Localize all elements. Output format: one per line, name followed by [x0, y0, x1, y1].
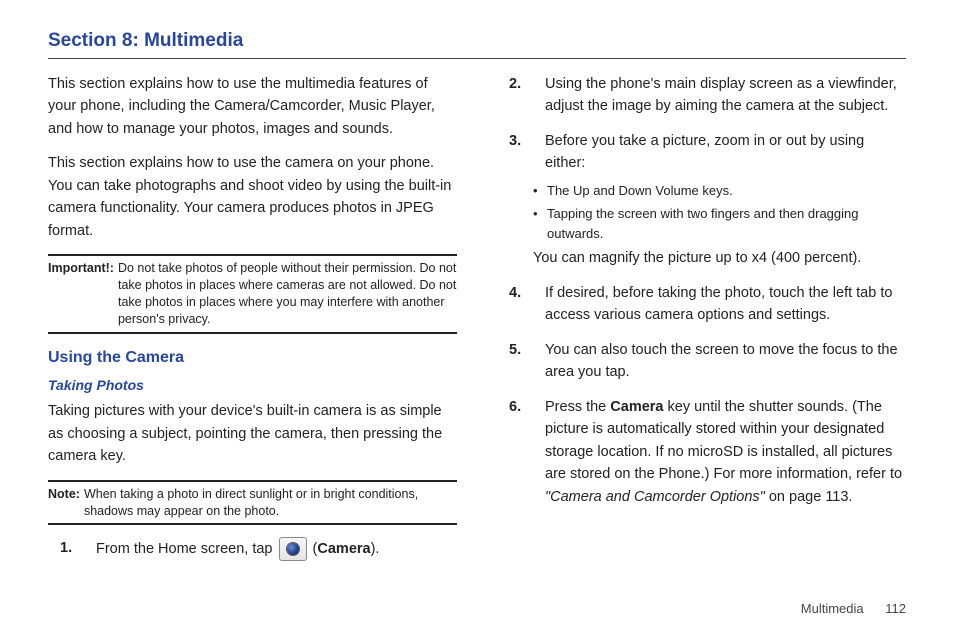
step-body: Before you take a picture, zoom in or ou… — [545, 130, 906, 175]
page-footer: Multimedia 112 — [48, 593, 906, 616]
footer-label: Multimedia — [801, 601, 864, 616]
important-text: Do not take photos of people without the… — [118, 260, 457, 328]
two-column-layout: This section explains how to use the mul… — [48, 73, 906, 593]
step1-close: ). — [371, 541, 380, 557]
bullet-text: The Up and Down Volume keys. — [547, 181, 733, 201]
taking-photos-paragraph: Taking pictures with your device's built… — [48, 400, 457, 467]
step6-post: on page 113. — [765, 489, 853, 505]
step-body: From the Home screen, tap (Camera). — [96, 537, 457, 561]
step-number: 6. — [497, 396, 545, 508]
right-column: 2. Using the phone's main display screen… — [497, 73, 906, 593]
step-3: 3. Before you take a picture, zoom in or… — [497, 130, 906, 175]
heading-using-camera: Using the Camera — [48, 346, 457, 371]
intro-paragraph-1: This section explains how to use the mul… — [48, 73, 457, 140]
step3-text: Before you take a picture, zoom in or ou… — [545, 130, 906, 175]
important-note: Important!: Do not take photos of people… — [48, 254, 457, 334]
bullet-pinch-zoom: • Tapping the screen with two fingers an… — [533, 204, 906, 244]
intro-paragraph-2: This section explains how to use the cam… — [48, 152, 457, 242]
bullet-text: Tapping the screen with two fingers and … — [547, 204, 906, 244]
manual-page: Section 8: Multimedia This section expla… — [0, 0, 954, 636]
section-title: Section 8: Multimedia — [48, 30, 906, 59]
step3-tail: You can magnify the picture up to x4 (40… — [533, 247, 906, 269]
step-6: 6. Press the Camera key until the shutte… — [497, 396, 906, 508]
step-body: You can also touch the screen to move th… — [545, 339, 906, 384]
step-body: Press the Camera key until the shutter s… — [545, 396, 906, 508]
note-text: When taking a photo in direct sunlight o… — [84, 486, 457, 520]
step-5: 5. You can also touch the screen to move… — [497, 339, 906, 384]
step-number: 3. — [497, 130, 545, 175]
step-body: If desired, before taking the photo, tou… — [545, 282, 906, 327]
step-1: 1. From the Home screen, tap (Camera). — [48, 537, 457, 561]
step-number: 1. — [48, 537, 96, 561]
step-body: Using the phone's main display screen as… — [545, 73, 906, 118]
important-label: Important!: — [48, 260, 118, 328]
heading-taking-photos: Taking Photos — [48, 375, 457, 397]
step-4: 4. If desired, before taking the photo, … — [497, 282, 906, 327]
camera-icon — [279, 537, 307, 561]
step-number: 4. — [497, 282, 545, 327]
bullet-icon: • — [533, 181, 547, 201]
page-number: 112 — [885, 601, 906, 616]
step1-pre: From the Home screen, tap — [96, 541, 277, 557]
note-sunlight: Note: When taking a photo in direct sunl… — [48, 480, 457, 526]
step6-italic: "Camera and Camcorder Options" — [545, 489, 765, 505]
step-2: 2. Using the phone's main display screen… — [497, 73, 906, 118]
step-number: 5. — [497, 339, 545, 384]
step1-bold: Camera — [317, 541, 370, 557]
bullet-volume-keys: • The Up and Down Volume keys. — [533, 181, 906, 201]
step-number: 2. — [497, 73, 545, 118]
left-column: This section explains how to use the mul… — [48, 73, 457, 593]
note-label: Note: — [48, 486, 84, 520]
bullet-icon: • — [533, 204, 547, 244]
step6-bold: Camera — [610, 399, 663, 415]
step6-pre: Press the — [545, 399, 610, 415]
